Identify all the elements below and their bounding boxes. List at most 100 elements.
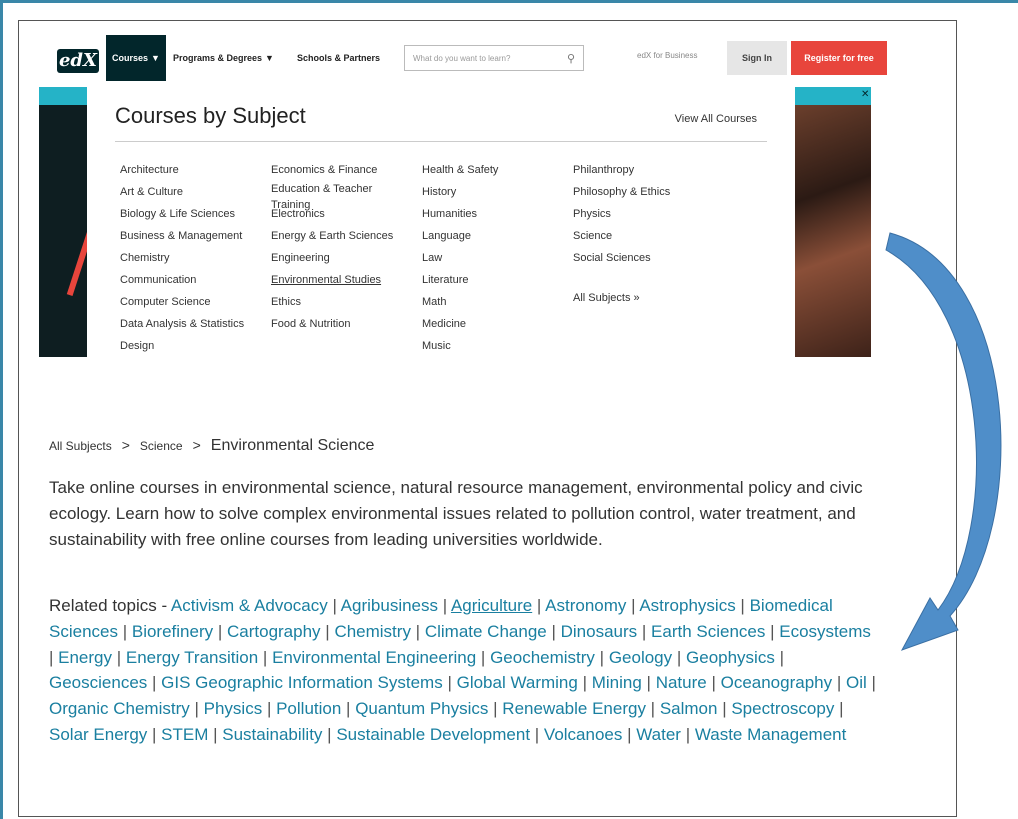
topic-separator: | bbox=[438, 596, 451, 615]
subject-link[interactable]: Education & Teacher Training bbox=[271, 181, 406, 211]
subject-link[interactable]: Ethics bbox=[271, 291, 406, 313]
subject-link[interactable]: Social Sciences bbox=[573, 247, 723, 269]
subject-link[interactable]: Medicine bbox=[422, 313, 572, 335]
subject-link[interactable]: Computer Science bbox=[120, 291, 270, 313]
related-topic-link[interactable]: Oceanography bbox=[721, 673, 833, 692]
subject-link[interactable]: Philosophy & Ethics bbox=[573, 181, 723, 203]
topic-separator: | bbox=[546, 621, 561, 641]
related-topic-link[interactable]: Quantum Physics bbox=[355, 699, 488, 718]
subject-link[interactable]: Architecture bbox=[120, 159, 270, 181]
subject-link[interactable]: Humanities bbox=[422, 203, 572, 225]
subject-column-1: Architecture Art & Culture Biology & Lif… bbox=[120, 159, 270, 357]
related-topic-link[interactable]: Earth Sciences bbox=[651, 622, 765, 641]
related-topic-link[interactable]: Geology bbox=[609, 648, 672, 667]
subject-link[interactable]: Health & Safety bbox=[422, 159, 572, 181]
topic-separator: | bbox=[680, 724, 695, 744]
subject-link[interactable]: Environmental Studies bbox=[271, 269, 406, 291]
subject-link[interactable]: Art & Culture bbox=[120, 181, 270, 203]
related-topic-link[interactable]: Sustainable Development bbox=[336, 725, 530, 744]
related-topic-link[interactable]: Organic Chemistry bbox=[49, 699, 190, 718]
related-topic-link[interactable]: Biorefinery bbox=[132, 622, 213, 641]
subject-description: Take online courses in environmental sci… bbox=[49, 478, 863, 549]
related-topic-link[interactable]: Ecosystems bbox=[779, 622, 871, 641]
all-subjects-link[interactable]: All Subjects » bbox=[573, 287, 723, 309]
related-topic-link[interactable]: Nature bbox=[656, 673, 707, 692]
subject-link[interactable]: Chemistry bbox=[120, 247, 270, 269]
business-link[interactable]: edX for Business bbox=[637, 51, 697, 60]
related-topic-link[interactable]: Geosciences bbox=[49, 673, 147, 692]
subject-link[interactable]: History bbox=[422, 181, 572, 203]
related-topic-link[interactable]: Cartography bbox=[227, 622, 321, 641]
related-topic-link[interactable]: Astronomy bbox=[545, 596, 626, 615]
topic-separator: | bbox=[258, 647, 273, 667]
related-topic-link[interactable]: Climate Change bbox=[425, 622, 547, 641]
topic-separator: | bbox=[774, 647, 784, 667]
sign-in-button[interactable]: Sign In bbox=[727, 41, 787, 75]
related-topic-link[interactable]: Global Warming bbox=[457, 673, 578, 692]
related-topic-link[interactable]: Renewable Energy bbox=[502, 699, 646, 718]
related-topics: Related topics - Activism & Advocacy | A… bbox=[49, 593, 879, 748]
related-topic-link[interactable]: Astrophysics bbox=[639, 596, 735, 615]
topic-separator: | bbox=[442, 673, 457, 693]
search-icon[interactable]: ⚲ bbox=[567, 52, 575, 65]
subject-link[interactable]: Energy & Earth Sciences bbox=[271, 225, 406, 247]
subject-link[interactable]: Law bbox=[422, 247, 572, 269]
subject-link[interactable]: Biology & Life Sciences bbox=[120, 203, 270, 225]
related-topic-link[interactable]: Solar Energy bbox=[49, 725, 147, 744]
nav-schools-link[interactable]: Schools & Partners bbox=[297, 35, 380, 81]
related-topic-link[interactable]: Oil bbox=[846, 673, 867, 692]
related-topic-link[interactable]: Geophysics bbox=[686, 648, 775, 667]
related-topic-link[interactable]: Activism & Advocacy bbox=[171, 596, 328, 615]
related-topic-link[interactable]: Waste Management bbox=[695, 725, 847, 744]
subject-link[interactable]: Music bbox=[422, 335, 572, 357]
related-topic-link[interactable]: Agriculture bbox=[451, 596, 532, 615]
related-topic-link[interactable]: Spectroscopy bbox=[731, 699, 834, 718]
subject-link[interactable]: Data Analysis & Statistics bbox=[120, 313, 270, 335]
edx-logo[interactable]: edX bbox=[57, 49, 99, 73]
breadcrumb-link[interactable]: Science bbox=[140, 439, 183, 453]
subject-link[interactable]: Engineering bbox=[271, 247, 406, 269]
related-topic-link[interactable]: Mining bbox=[592, 673, 642, 692]
related-topic-link[interactable]: Energy Transition bbox=[126, 648, 258, 667]
chevron-down-icon: ▼ bbox=[151, 53, 160, 63]
subject-link[interactable]: Economics & Finance bbox=[271, 159, 406, 181]
chevron-down-icon: ▼ bbox=[265, 53, 274, 63]
topic-separator: | bbox=[341, 699, 356, 719]
topic-separator: | bbox=[147, 673, 162, 693]
topic-separator: | bbox=[717, 699, 732, 719]
related-topic-link[interactable]: Sustainability bbox=[222, 725, 322, 744]
subject-link[interactable]: Design bbox=[120, 335, 270, 357]
related-topic-link[interactable]: Volcanoes bbox=[544, 725, 622, 744]
related-topic-link[interactable]: Environmental Engineering bbox=[272, 648, 476, 667]
nav-programs-button[interactable]: Programs & Degrees ▼ bbox=[173, 35, 274, 81]
related-topic-link[interactable]: Energy bbox=[58, 648, 112, 667]
related-topic-link[interactable]: Agribusiness bbox=[341, 596, 438, 615]
subject-link[interactable]: Science bbox=[573, 225, 723, 247]
subject-link[interactable]: Communication bbox=[120, 269, 270, 291]
search-input[interactable]: What do you want to learn? ⚲ bbox=[404, 45, 584, 71]
subject-link[interactable]: Food & Nutrition bbox=[271, 313, 406, 335]
related-topic-link[interactable]: Chemistry bbox=[334, 622, 411, 641]
related-topic-link[interactable]: Salmon bbox=[660, 699, 718, 718]
related-topic-link[interactable]: GIS Geographic Information Systems bbox=[161, 673, 443, 692]
subject-link[interactable]: Physics bbox=[573, 203, 723, 225]
nav-courses-button[interactable]: Courses ▼ bbox=[106, 35, 166, 81]
related-topic-link[interactable]: STEM bbox=[161, 725, 208, 744]
breadcrumb-link[interactable]: All Subjects bbox=[49, 439, 112, 453]
view-all-courses-link[interactable]: View All Courses bbox=[675, 113, 757, 125]
topic-separator: | bbox=[577, 673, 592, 693]
subject-link[interactable]: Electronics bbox=[271, 203, 406, 225]
related-topic-link[interactable]: Water bbox=[636, 725, 681, 744]
subject-link[interactable]: Philanthropy bbox=[573, 159, 723, 181]
subject-link[interactable]: Business & Management bbox=[120, 225, 270, 247]
subject-link[interactable]: Language bbox=[422, 225, 572, 247]
subject-link[interactable]: Literature bbox=[422, 269, 572, 291]
register-button[interactable]: Register for free bbox=[791, 41, 887, 75]
related-topic-link[interactable]: Physics bbox=[204, 699, 263, 718]
topic-separator: | bbox=[832, 673, 846, 693]
subject-link[interactable]: Math bbox=[422, 291, 572, 313]
related-topic-link[interactable]: Dinosaurs bbox=[561, 622, 638, 641]
related-topic-link[interactable]: Pollution bbox=[276, 699, 341, 718]
close-icon[interactable]: ✕ bbox=[861, 89, 869, 100]
related-topic-link[interactable]: Geochemistry bbox=[490, 648, 595, 667]
